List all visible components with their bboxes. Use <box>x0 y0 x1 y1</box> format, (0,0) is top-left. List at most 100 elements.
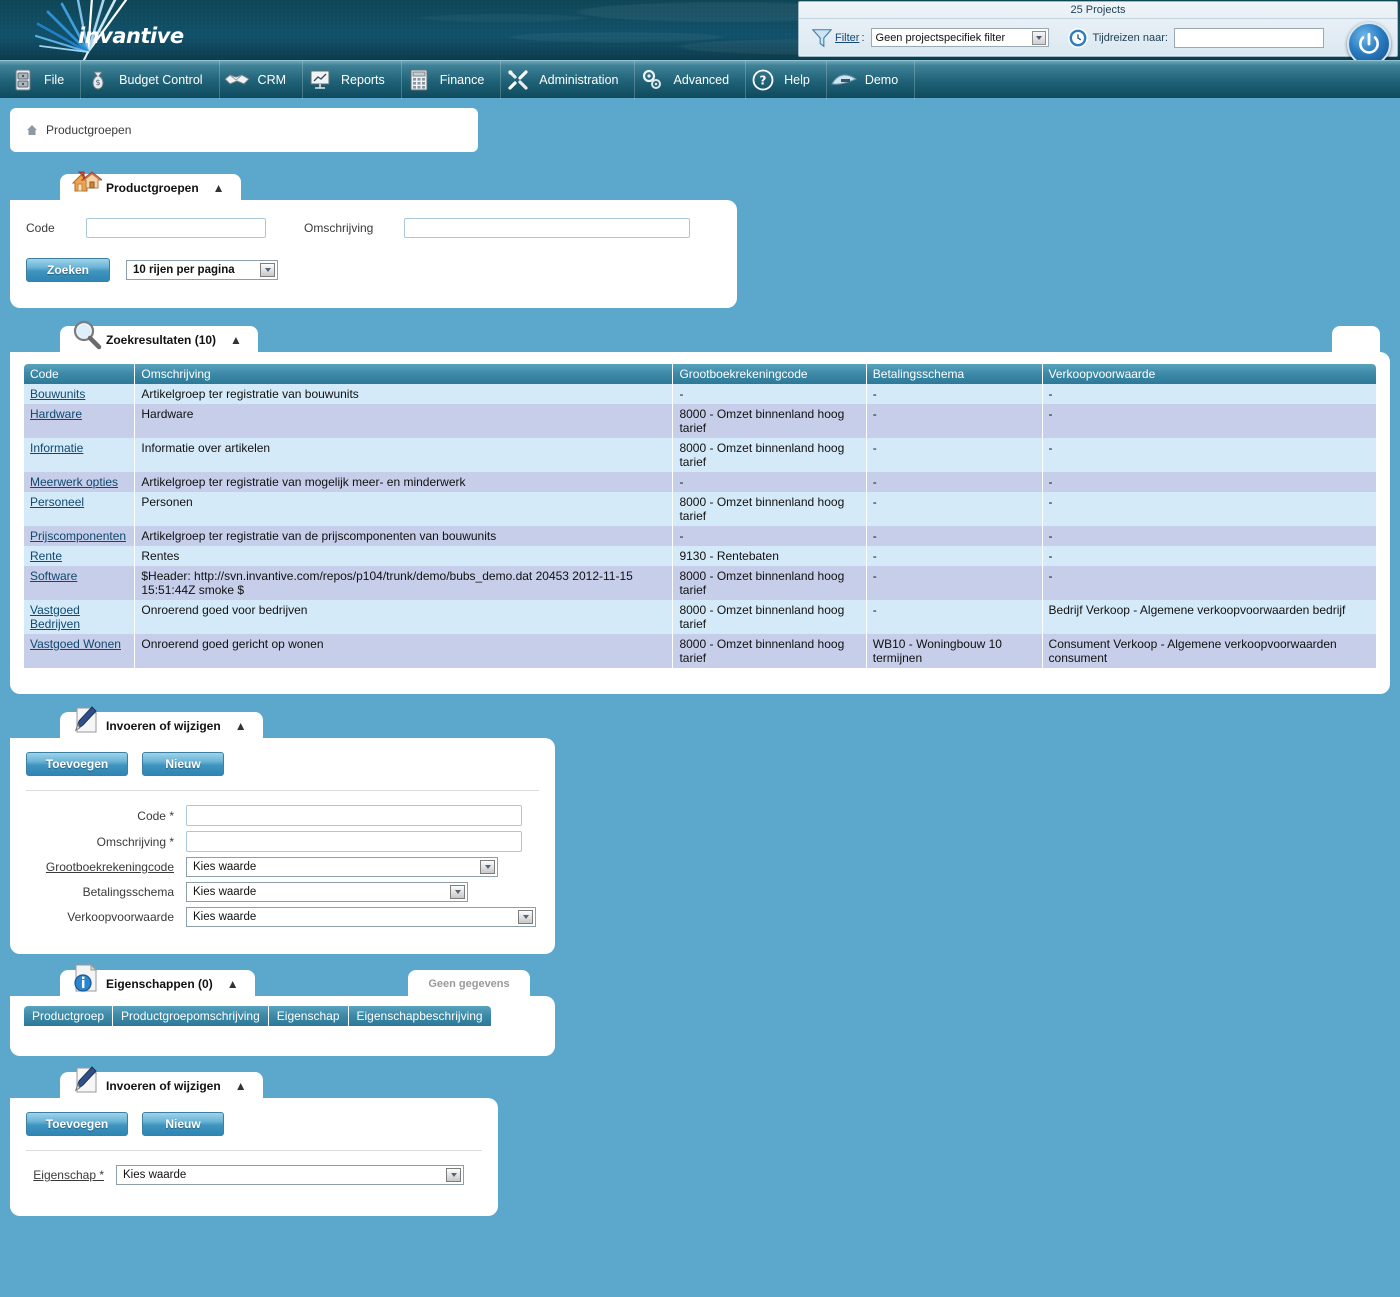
search-code-input[interactable] <box>86 218 266 238</box>
menu-item-budget-control[interactable]: $ Budget Control <box>81 60 220 99</box>
toevoegen-button[interactable]: Toevoegen <box>26 752 128 776</box>
cell-omschrijving: Onroerend goed gericht op wonen <box>134 634 674 668</box>
chevron-down-icon[interactable] <box>1031 31 1046 45</box>
row-code-link[interactable]: Prijscomponenten <box>30 529 126 543</box>
menu-label-budget-control: Budget Control <box>119 72 203 87</box>
grootboekrekeningcode-select[interactable]: Kies waarde <box>186 857 498 877</box>
nieuw-button[interactable]: Nieuw <box>142 752 224 776</box>
menu-item-crm[interactable]: CRM <box>220 60 304 99</box>
table-row[interactable]: Prijscomponenten Artikelgroep ter regist… <box>24 526 1376 546</box>
chevron-down-icon[interactable] <box>260 263 275 277</box>
menu-label-administration: Administration <box>539 72 619 87</box>
chevron-down-icon[interactable] <box>446 1168 461 1182</box>
chevron-down-icon[interactable] <box>450 885 465 899</box>
chevron-down-icon[interactable] <box>480 860 495 874</box>
col-eigenschap[interactable]: Eigenschap <box>269 1006 349 1026</box>
cell-betalingsschema: - <box>866 438 1043 472</box>
row-code-link[interactable]: Informatie <box>30 441 83 455</box>
row-code-link[interactable]: Meerwerk opties <box>30 475 118 489</box>
chevron-up-icon[interactable]: ▲ <box>230 333 242 347</box>
row-code-link[interactable]: Personeel <box>30 495 84 509</box>
grootboekrekeningcode-label[interactable]: Grootboekrekeningcode <box>26 860 186 874</box>
col-verkoopvoorwaarde[interactable]: Verkoopvoorwaarde <box>1042 364 1376 384</box>
cell-betalingsschema: - <box>866 566 1043 600</box>
table-row[interactable]: Vastgoed Wonen Onroerend goed gericht op… <box>24 634 1376 668</box>
search-omschrijving-label: Omschrijving <box>304 221 374 235</box>
nieuw-button-2[interactable]: Nieuw <box>142 1112 224 1136</box>
edit-panel-tab[interactable]: Invoeren of wijzigen ▲ <box>60 706 263 739</box>
table-row[interactable]: Informatie Informatie over artikelen 800… <box>24 438 1376 472</box>
menu-item-help[interactable]: ? Help <box>746 60 827 99</box>
verkoopvoorwaarde-select[interactable]: Kies waarde <box>186 907 536 927</box>
row-code-link[interactable]: Rente <box>30 549 62 563</box>
results-panel-tab-extra[interactable] <box>1332 326 1380 353</box>
menu-item-finance[interactable]: Finance <box>402 60 502 99</box>
menu-item-demo[interactable]: Demo <box>827 60 916 99</box>
results-panel-tab[interactable]: Zoekresultaten (10) ▲ <box>60 320 258 353</box>
table-row[interactable]: Vastgoed Bedrijven Onroerend goed voor b… <box>24 600 1376 634</box>
omschrijving-input[interactable] <box>186 831 522 852</box>
cell-omschrijving: $Header: http://svn.invantive.com/repos/… <box>134 566 674 600</box>
properties-table-header: Productgroep Productgroepomschrijving Ei… <box>24 1006 491 1026</box>
col-code[interactable]: Code <box>24 364 136 384</box>
zoeken-button[interactable]: Zoeken <box>26 258 110 282</box>
cell-betalingsschema: - <box>866 492 1043 526</box>
menu-item-advanced[interactable]: Advanced <box>635 60 747 99</box>
chevron-up-icon[interactable]: ▲ <box>213 181 225 195</box>
col-betalingsschema[interactable]: Betalingsschema <box>866 364 1043 384</box>
field-verkoopvoorwaarde: Verkoopvoorwaarde Kies waarde <box>26 907 539 927</box>
edit-panel-2-tab[interactable]: Invoeren of wijzigen ▲ <box>60 1066 263 1099</box>
code-input[interactable] <box>186 805 522 826</box>
table-row[interactable]: Hardware Hardware 8000 - Omzet binnenlan… <box>24 404 1376 438</box>
chevron-up-icon[interactable]: ▲ <box>227 977 239 991</box>
col-productgroep[interactable]: Productgroep <box>24 1006 114 1026</box>
search-panel-tab[interactable]: Productgroepen ▲ <box>60 171 241 201</box>
search-panel-title: Productgroepen <box>106 180 199 195</box>
col-productgroepomschrijving[interactable]: Productgroepomschrijving <box>113 1006 269 1026</box>
chevron-up-icon[interactable]: ▲ <box>235 1079 247 1093</box>
chevron-up-icon[interactable]: ▲ <box>235 719 247 733</box>
chevron-down-icon[interactable] <box>518 910 533 924</box>
menu-item-file[interactable]: File <box>6 60 82 99</box>
projects-count: 25 Projects <box>799 2 1397 19</box>
timetravel-input[interactable] <box>1173 27 1324 48</box>
col-eigenschapbeschrijving[interactable]: Eigenschapbeschrijving <box>349 1006 491 1026</box>
power-button[interactable] <box>1347 22 1391 60</box>
rows-per-page-select[interactable]: 10 rijen per pagina <box>126 260 278 280</box>
table-row[interactable]: Rente Rentes 9130 - Rentebaten - - <box>24 546 1376 566</box>
power-icon <box>1359 32 1379 54</box>
cell-code: Hardware <box>24 404 136 438</box>
table-row[interactable]: Personeel Personen 8000 - Omzet binnenla… <box>24 492 1376 526</box>
toevoegen-button-2[interactable]: Toevoegen <box>26 1112 128 1136</box>
project-filter-select[interactable]: Geen projectspecifiek filter <box>870 28 1049 47</box>
table-row[interactable]: Software $Header: http://svn.invantive.c… <box>24 566 1376 600</box>
row-code-link[interactable]: Vastgoed Wonen <box>30 637 121 651</box>
eigenschap-select[interactable]: Kies waarde <box>116 1165 464 1185</box>
col-omschrijving[interactable]: Omschrijving <box>134 364 674 384</box>
row-code-link[interactable]: Vastgoed Bedrijven <box>30 603 80 631</box>
cell-grootboekrekeningcode: 9130 - Rentebaten <box>672 546 867 566</box>
betalingsschema-label: Betalingsschema <box>82 885 174 899</box>
page-content: Productgroepen Productgroepen ▲ Code Oms… <box>0 108 1400 1216</box>
menu-item-administration[interactable]: Administration <box>501 60 636 99</box>
table-row[interactable]: Bouwunits Artikelgroep ter registratie v… <box>24 384 1376 404</box>
filter-link[interactable]: Filter <box>835 32 859 44</box>
betalingsschema-select[interactable]: Kies waarde <box>186 882 468 902</box>
row-code-link[interactable]: Software <box>30 569 77 583</box>
gears-icon <box>639 67 665 93</box>
col-grootboekrekeningcode[interactable]: Grootboekrekeningcode <box>672 364 867 384</box>
properties-panel-tab[interactable]: Eigenschappen (0) ▲ <box>60 963 255 997</box>
table-header-row: Code Omschrijving Grootboekrekeningcode … <box>24 364 1376 384</box>
search-omschrijving-input[interactable] <box>404 218 690 238</box>
info-document-icon <box>74 963 98 992</box>
row-code-link[interactable]: Bouwunits <box>30 387 85 401</box>
invoeren-wijzigen-panel-2: Invoeren of wijzigen ▲ Toevoegen Nieuw E… <box>10 1066 498 1216</box>
menu-item-reports[interactable]: Reports <box>303 60 402 99</box>
cell-omschrijving: Hardware <box>134 404 674 438</box>
row-code-link[interactable]: Hardware <box>30 407 82 421</box>
cell-grootboekrekeningcode: - <box>672 526 867 546</box>
cell-omschrijving: Onroerend goed voor bedrijven <box>134 600 674 634</box>
eigenschap-label[interactable]: Eigenschap * <box>26 1168 116 1182</box>
table-row[interactable]: Meerwerk opties Artikelgroep ter registr… <box>24 472 1376 492</box>
cell-omschrijving: Informatie over artikelen <box>134 438 674 472</box>
